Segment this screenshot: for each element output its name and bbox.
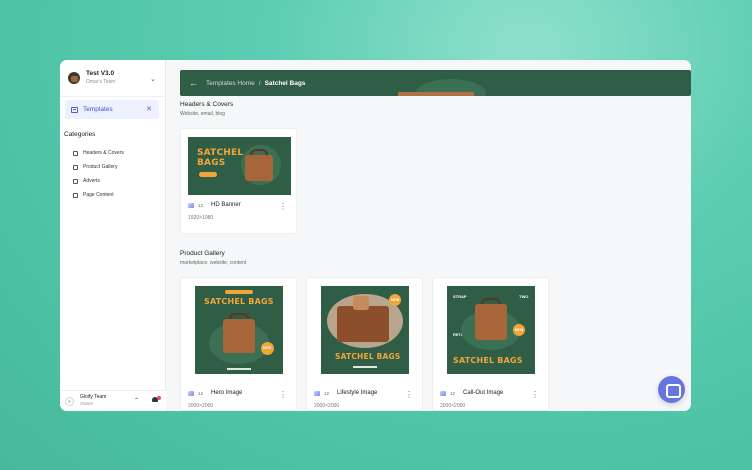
new-badge: NEW: [391, 298, 400, 302]
app-window: Test V3.0 Omar's Team ⌄ Templates ✕ Cate…: [60, 60, 691, 411]
image-stack-icon: [188, 390, 194, 396]
category-adverts[interactable]: Adverts: [73, 174, 165, 188]
template-name: Lifestyle Image: [337, 390, 378, 396]
category-page-content[interactable]: Page Content: [73, 188, 165, 202]
team-title: Test V3.0: [86, 70, 115, 78]
arrow-left-icon[interactable]: ←: [189, 78, 198, 88]
user-menu[interactable]: Gloify Team Owner ⌃: [60, 390, 166, 411]
templates-icon: [71, 106, 78, 113]
bag-image: [245, 155, 273, 181]
new-badge: NEW: [263, 346, 272, 350]
categories-title: Categories: [64, 131, 96, 138]
category-list: Headers & Covers Product Gallery Adverts…: [73, 146, 165, 202]
template-name: HD Banner: [211, 202, 241, 208]
category-checkbox[interactable]: [73, 150, 78, 156]
thumbnail-button: [199, 172, 217, 177]
category-headers-covers[interactable]: Headers & Covers: [73, 146, 165, 160]
avatar: [65, 396, 74, 406]
category-label: Headers & Covers: [83, 150, 124, 156]
template-count: 12: [198, 202, 204, 208]
team-logo: [68, 72, 80, 84]
template-count: 12: [450, 390, 456, 396]
team-switcher[interactable]: Test V3.0 Omar's Team ⌄: [60, 60, 165, 97]
image-stack-icon: [440, 390, 446, 396]
template-name: Hero Image: [211, 390, 243, 396]
category-checkbox[interactable]: [73, 192, 78, 198]
chevron-up-icon[interactable]: ⌃: [134, 397, 139, 404]
bag-image: [223, 319, 255, 353]
template-name: Call-Out Image: [463, 390, 504, 396]
category-checkbox[interactable]: [73, 178, 78, 184]
bell-icon[interactable]: [152, 396, 161, 404]
thumbnail-title: SATCHEL BAGS: [204, 297, 274, 306]
more-options-icon[interactable]: ⋮: [405, 391, 413, 399]
thumbnail-title: SATCHEL BAGS: [335, 352, 401, 361]
category-label: Adverts: [83, 178, 100, 184]
template-card-call-out-image[interactable]: STRAP TWO RETRO NEW SATCHEL BAGS 12 Call…: [432, 277, 549, 411]
notification-dot: [157, 396, 161, 400]
main-content: ← Templates Home / Satchel Bags Headers …: [166, 60, 691, 411]
thumbnail-title-line2: BAGS: [197, 158, 226, 168]
template-size: 2000×2000: [440, 403, 466, 409]
close-icon[interactable]: ✕: [146, 105, 152, 113]
more-options-icon[interactable]: ⋮: [531, 391, 539, 399]
thumbnail-title: SATCHEL BAGS: [453, 356, 523, 365]
section-subtitle: marketplace, website, content: [180, 260, 247, 266]
template-thumbnail: STRAP TWO RETRO NEW SATCHEL BAGS: [447, 286, 535, 374]
section-title: Headers & Covers: [180, 101, 234, 108]
category-label: Page Content: [83, 192, 114, 198]
breadcrumb-separator: /: [258, 79, 261, 87]
template-card-lifestyle-image[interactable]: NEW SATCHEL BAGS 12 Lifestyle Image 2000…: [306, 277, 423, 411]
user-name: Gloify Team: [80, 394, 107, 401]
sidebar-item-templates[interactable]: Templates ✕: [65, 100, 159, 119]
bag-image: [337, 306, 389, 342]
callout-label-strap: STRAP: [453, 294, 467, 299]
chat-icon[interactable]: [658, 376, 685, 403]
image-stack-icon: [188, 202, 194, 208]
template-count: 12: [198, 390, 204, 396]
section-title: Product Gallery: [180, 250, 225, 257]
template-thumbnail: SATCHEL BAGS NEW: [195, 286, 283, 374]
template-thumbnail: SATCHEL BAGS: [188, 137, 291, 195]
template-card-hero-image[interactable]: SATCHEL BAGS NEW 12 Hero Image 2000×2000…: [180, 277, 297, 411]
more-options-icon[interactable]: ⋮: [279, 391, 287, 399]
user-role: Owner: [80, 401, 94, 407]
category-checkbox[interactable]: [73, 164, 78, 170]
section-subtitle: Website, email, blog: [180, 111, 225, 117]
more-options-icon[interactable]: ⋮: [279, 203, 287, 211]
category-product-gallery[interactable]: Product Gallery: [73, 160, 165, 174]
template-count: 12: [324, 390, 330, 396]
bag-image: [475, 304, 507, 340]
header-bag-art: [398, 92, 474, 96]
template-size: 1920×1080: [188, 215, 214, 221]
breadcrumb-header: ← Templates Home / Satchel Bags: [180, 70, 691, 96]
new-badge: NEW: [515, 328, 524, 332]
template-card-hd-banner[interactable]: SATCHEL BAGS 12 HD Banner 1920×1080 ⋮: [180, 128, 297, 234]
template-size: 2000×2000: [314, 403, 340, 409]
chevron-down-icon[interactable]: ⌄: [150, 75, 156, 83]
sidebar: Test V3.0 Omar's Team ⌄ Templates ✕ Cate…: [60, 60, 166, 411]
category-label: Product Gallery: [83, 164, 118, 170]
image-stack-icon: [314, 390, 320, 396]
template-thumbnail: NEW SATCHEL BAGS: [321, 286, 409, 374]
breadcrumb-home[interactable]: Templates Home: [206, 80, 255, 87]
team-subtitle: Omar's Team: [86, 78, 116, 85]
template-size: 2000×2000: [188, 403, 214, 409]
breadcrumb-current: Satchel Bags: [264, 79, 306, 87]
sidebar-item-label: Templates: [83, 106, 113, 113]
callout-label-two: TWO: [519, 294, 529, 299]
thumbnail-title-line1: SATCHEL: [197, 148, 244, 158]
